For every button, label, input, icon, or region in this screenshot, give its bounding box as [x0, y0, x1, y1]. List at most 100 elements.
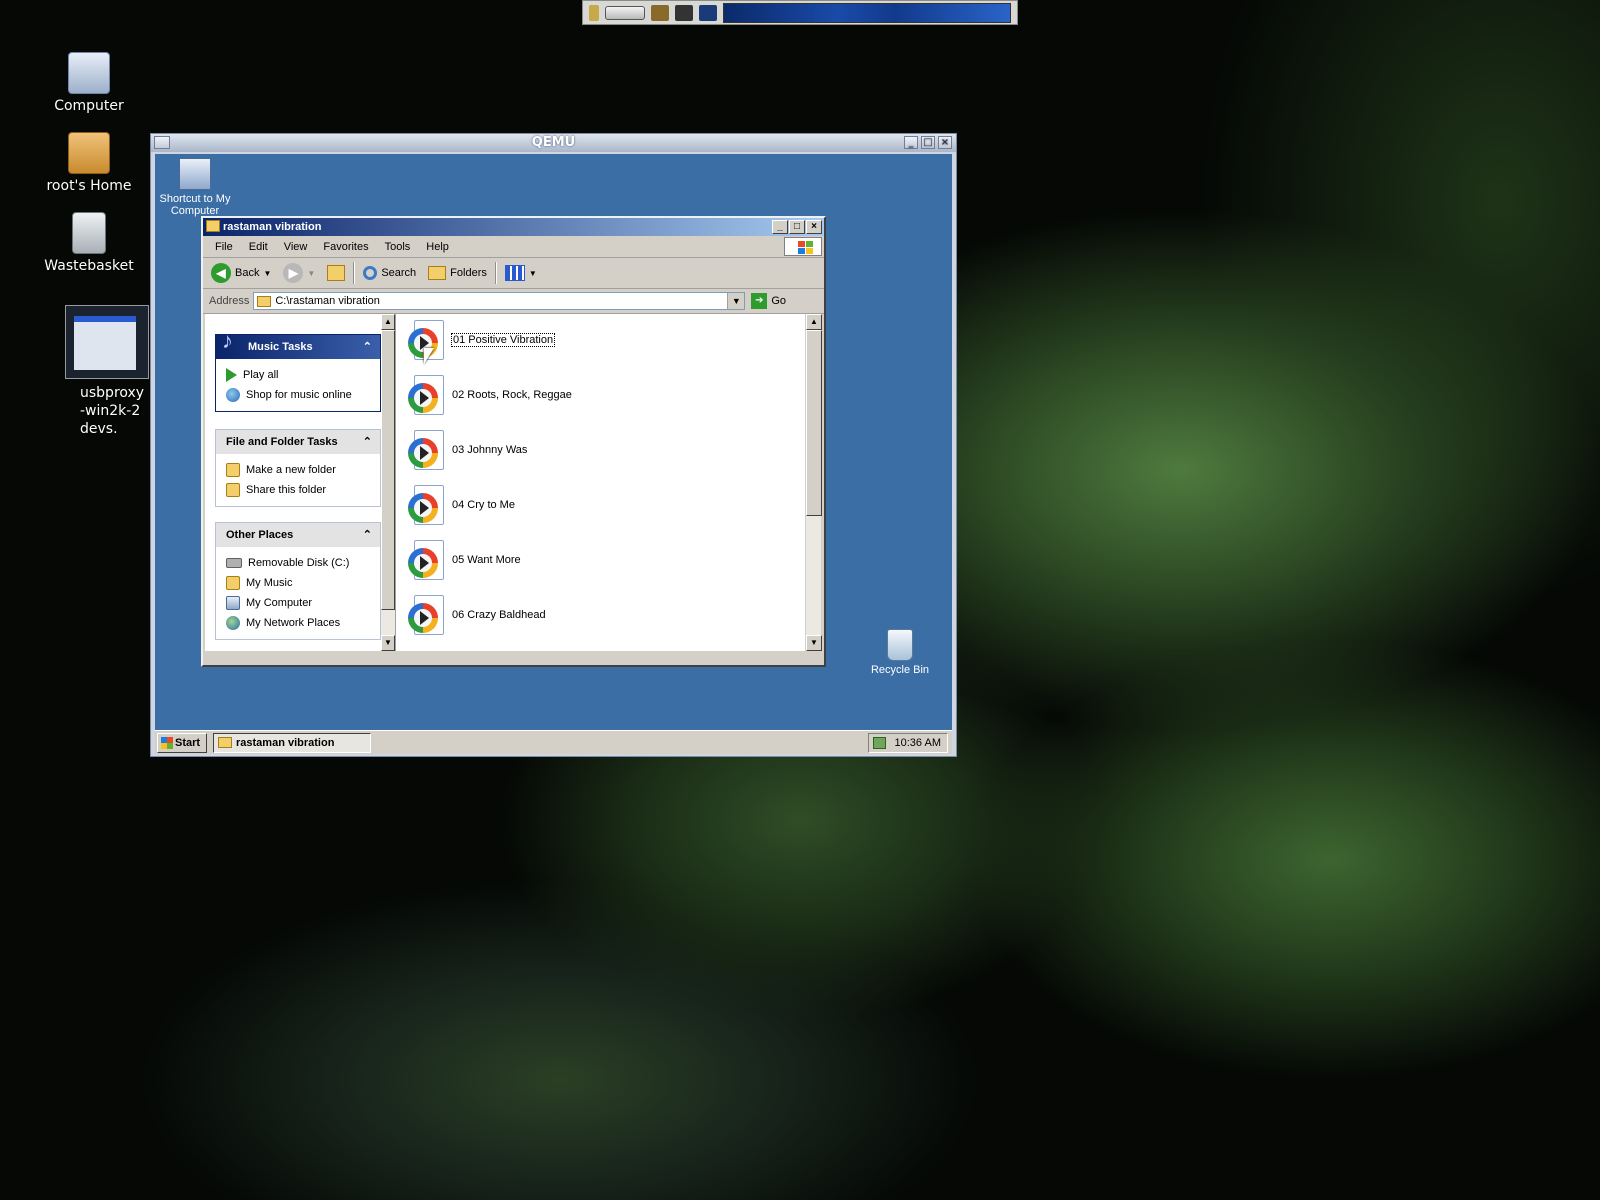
scroll-thumb[interactable]	[806, 330, 822, 516]
task-shop-music[interactable]: Shop for music online	[226, 385, 370, 405]
chevron-down-icon[interactable]: ▼	[529, 269, 537, 278]
drive-icon	[226, 558, 242, 568]
menu-file[interactable]: File	[207, 241, 241, 253]
network-icon	[226, 616, 240, 630]
place-removable-disk[interactable]: Removable Disk (C:)	[226, 553, 370, 573]
menu-favorites[interactable]: Favorites	[315, 241, 376, 253]
explorer-titlebar[interactable]: rastaman vibration _ □ ×	[203, 218, 824, 236]
close-button[interactable]: ×	[806, 220, 822, 234]
folders-button[interactable]: Folders	[424, 260, 491, 286]
guest-taskbar: Start rastaman vibration 10:36 AM	[155, 730, 952, 754]
file-item[interactable]: 05 Want More	[406, 538, 521, 582]
host-icon-label: root's Home	[46, 178, 132, 194]
globe-icon	[226, 388, 240, 402]
host-icon-usbproxy[interactable]: usbproxy-win2k-2devs.	[56, 384, 156, 438]
maximize-button[interactable]: □	[789, 220, 805, 234]
explorer-window[interactable]: rastaman vibration _ □ × File Edit View …	[201, 216, 826, 667]
task-label: Make a new folder	[246, 464, 336, 476]
battery-icon[interactable]	[605, 5, 645, 20]
window-menu-icon[interactable]	[154, 136, 170, 149]
vm-thumbnail-icon[interactable]	[65, 305, 149, 379]
guest-icon-recycle-bin[interactable]: Recycle Bin	[860, 629, 940, 676]
start-button[interactable]: Start	[157, 733, 207, 753]
guest-icon-my-computer-shortcut[interactable]: Shortcut to My Computer	[155, 158, 235, 217]
taskbar-item-explorer[interactable]: rastaman vibration	[213, 733, 371, 753]
address-input[interactable]: C:\rastaman vibration ▼	[253, 292, 746, 310]
search-label: Search	[381, 267, 417, 279]
explorer-body: ♪ Music Tasks ⌃ Play all Shop for music …	[205, 314, 822, 651]
clock[interactable]: 10:36 AM	[895, 737, 941, 749]
task-play-all[interactable]: Play all	[226, 365, 370, 385]
host-icon-computer[interactable]: Computer	[41, 52, 137, 114]
minimize-button[interactable]: _	[772, 220, 788, 234]
task-share-folder[interactable]: Share this folder	[226, 480, 370, 500]
file-list[interactable]: 01 Positive Vibration 02 Roots, Rock, Re…	[395, 314, 822, 651]
scroll-down-arrow-icon[interactable]: ▼	[381, 635, 395, 651]
other-places-header[interactable]: Other Places ⌃	[216, 523, 380, 547]
place-my-computer[interactable]: My Computer	[226, 593, 370, 613]
place-label: My Music	[246, 577, 293, 589]
scroll-thumb[interactable]	[381, 330, 395, 610]
scroll-down-arrow-icon[interactable]: ▼	[806, 635, 822, 651]
place-my-network[interactable]: My Network Places	[226, 613, 370, 633]
forward-button[interactable]: ▶ ▼	[279, 260, 319, 286]
menu-edit[interactable]: Edit	[241, 241, 276, 253]
computer-icon	[226, 596, 240, 610]
back-label: Back	[235, 267, 260, 279]
console-icon[interactable]	[699, 4, 717, 21]
scroll-up-arrow-icon[interactable]: ▲	[381, 314, 395, 330]
maximize-button[interactable]: □	[921, 136, 935, 149]
network-tray-icon[interactable]	[873, 737, 886, 749]
up-folder-button[interactable]	[323, 260, 349, 286]
go-button[interactable]: ➔ Go	[749, 288, 788, 314]
collapse-chevron-icon[interactable]: ⌃	[363, 430, 372, 454]
close-button[interactable]: ×	[938, 136, 952, 149]
views-button[interactable]: ▼	[501, 260, 541, 286]
file-item[interactable]: 06 Crazy Baldhead	[406, 593, 546, 637]
qemu-window[interactable]: QEMU _ □ × Shortcut to My Computer Recyc…	[150, 133, 957, 757]
host-icon-home[interactable]: root's Home	[41, 132, 137, 194]
scroll-up-arrow-icon[interactable]: ▲	[806, 314, 822, 330]
collapse-chevron-icon[interactable]: ⌃	[363, 335, 372, 359]
wastebasket-icon	[72, 212, 106, 254]
menu-view[interactable]: View	[276, 241, 316, 253]
place-my-music[interactable]: My Music	[226, 573, 370, 593]
back-button[interactable]: ◀ Back ▼	[207, 260, 275, 286]
applet-icon[interactable]	[589, 4, 599, 21]
task-make-folder[interactable]: Make a new folder	[226, 460, 370, 480]
qemu-titlebar[interactable]: QEMU _ □ ×	[151, 134, 956, 152]
terminal-launcher-icon[interactable]	[651, 4, 669, 21]
file-folder-tasks-header[interactable]: File and Folder Tasks ⌃	[216, 430, 380, 454]
minimize-button[interactable]: _	[904, 136, 918, 149]
chevron-down-icon[interactable]: ▼	[307, 269, 315, 278]
chevron-down-icon[interactable]: ▼	[727, 293, 745, 309]
music-tasks-header[interactable]: ♪ Music Tasks ⌃	[216, 329, 380, 359]
host-icon-wastebasket[interactable]: Wastebasket	[41, 212, 137, 274]
system-monitor-graph[interactable]	[723, 2, 1011, 23]
guest-desktop[interactable]: Shortcut to My Computer Recycle Bin rast…	[155, 154, 952, 754]
media-file-icon	[406, 373, 446, 417]
camera-icon[interactable]	[675, 4, 693, 21]
search-button[interactable]: Search	[359, 260, 420, 286]
collapse-chevron-icon[interactable]: ⌃	[363, 523, 372, 547]
windows-flag-icon	[161, 737, 173, 749]
menu-help[interactable]: Help	[418, 241, 457, 253]
menu-tools[interactable]: Tools	[377, 241, 419, 253]
host-top-panel	[582, 0, 1018, 25]
file-item[interactable]: 03 Johnny Was	[406, 428, 527, 472]
file-item[interactable]: 02 Roots, Rock, Reggae	[406, 373, 572, 417]
panel-title: Other Places	[226, 529, 294, 541]
task-pane[interactable]: ♪ Music Tasks ⌃ Play all Shop for music …	[205, 314, 395, 651]
toolbar: ◀ Back ▼ ▶ ▼ Search Folders ▼	[203, 258, 824, 289]
host-icon-label: usbproxy-win2k-2devs.	[80, 385, 145, 437]
home-folder-icon	[68, 132, 110, 174]
chevron-down-icon[interactable]: ▼	[263, 269, 271, 278]
folders-label: Folders	[450, 267, 487, 279]
media-file-icon	[406, 483, 446, 527]
media-file-icon	[406, 428, 446, 472]
task-pane-scrollbar[interactable]: ▲ ▼	[381, 314, 395, 651]
file-list-scrollbar[interactable]: ▲ ▼	[805, 314, 822, 651]
file-item[interactable]: 04 Cry to Me	[406, 483, 515, 527]
file-name: 01 Positive Vibration	[450, 333, 556, 347]
up-folder-icon	[327, 265, 346, 281]
